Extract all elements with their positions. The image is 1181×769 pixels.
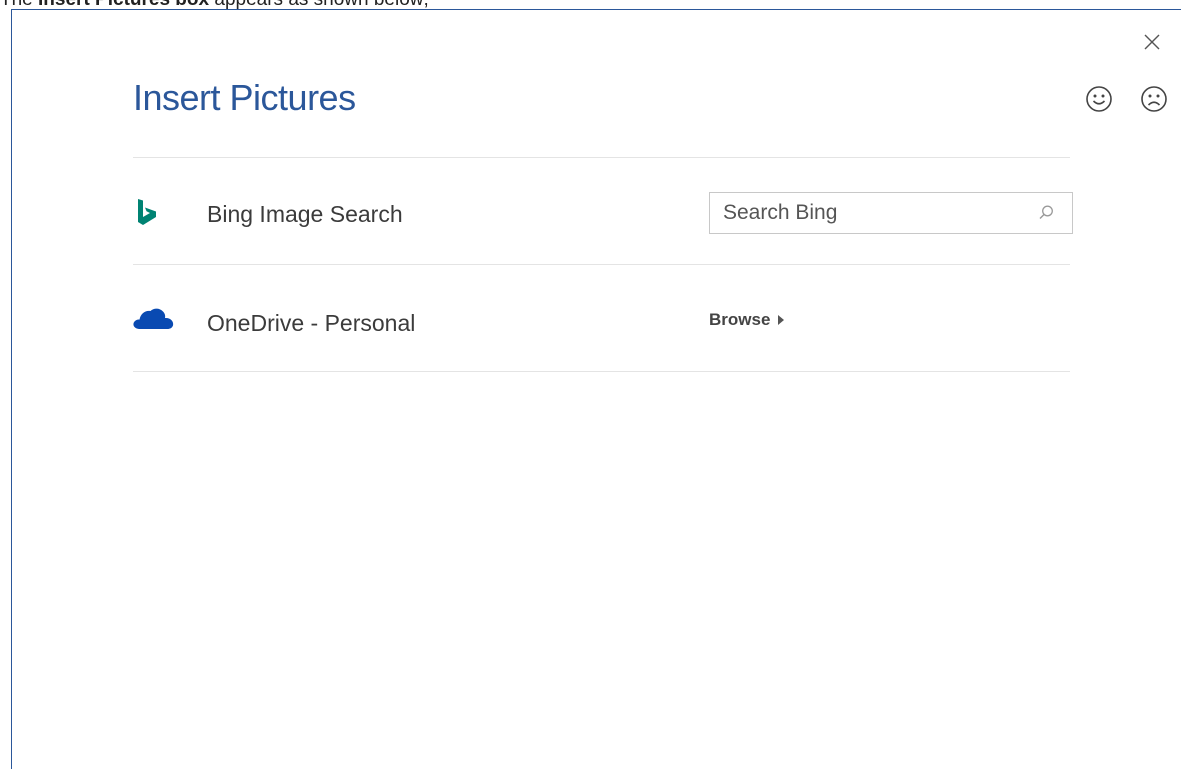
browse-link[interactable]: Browse	[709, 310, 785, 330]
bing-row-icon	[137, 198, 157, 233]
chevron-right-icon	[778, 315, 785, 325]
search-input[interactable]	[710, 193, 1020, 233]
bing-image-search-label: Bing Image Search	[207, 201, 403, 227]
frown-icon	[1141, 86, 1167, 112]
onedrive-icon	[133, 308, 174, 329]
onedrive-personal-label: OneDrive - Personal	[207, 310, 416, 336]
insert-pictures-dialog	[11, 9, 1181, 769]
close-icon	[1144, 34, 1160, 50]
onedrive-row-icon	[131, 307, 175, 336]
send-frown-button[interactable]	[1140, 85, 1168, 113]
smile-icon	[1086, 86, 1112, 112]
divider	[133, 264, 1070, 265]
dialog-title: Insert Pictures	[133, 77, 356, 118]
search-icon[interactable]	[1036, 203, 1056, 223]
divider	[133, 371, 1070, 372]
send-smile-button[interactable]	[1085, 85, 1113, 113]
close-button[interactable]	[1141, 31, 1163, 53]
search-bing-box	[709, 192, 1073, 234]
browse-label: Browse	[709, 310, 771, 329]
divider	[133, 157, 1070, 158]
bing-icon	[138, 199, 156, 225]
